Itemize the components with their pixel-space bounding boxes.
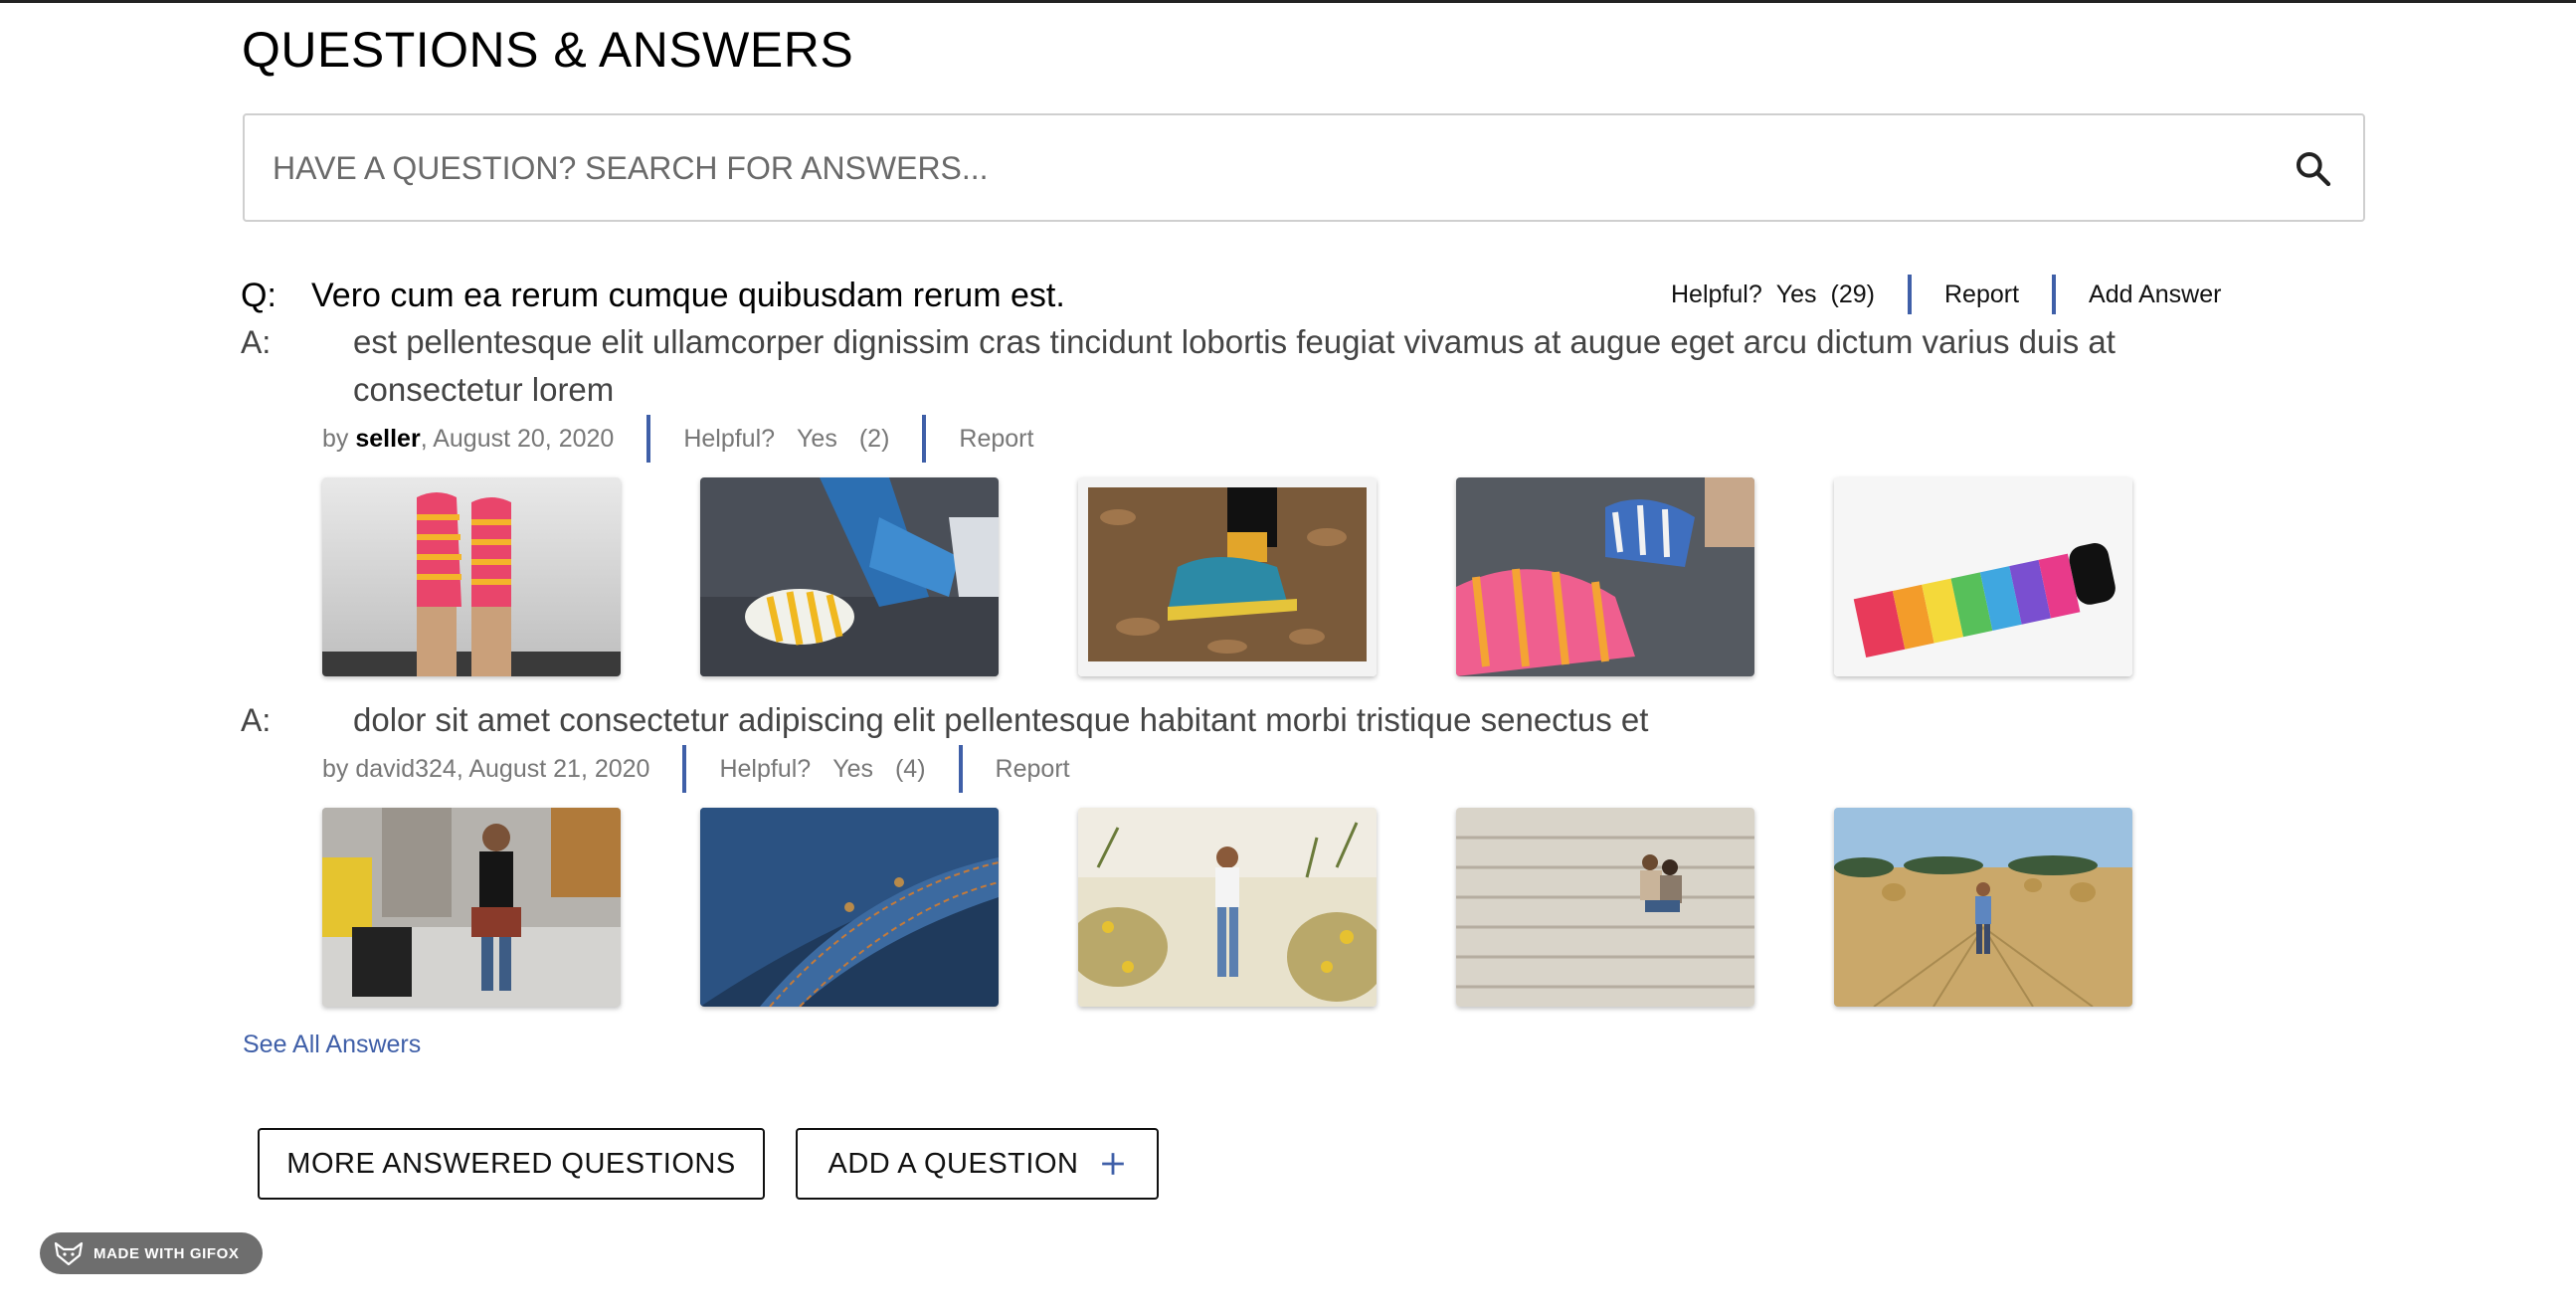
answer-date: , August 20, 2020 — [420, 424, 615, 453]
search-input[interactable] — [271, 115, 2264, 222]
divider — [958, 745, 963, 793]
divider — [646, 415, 651, 463]
divider — [1908, 275, 1912, 314]
answer-report-link[interactable]: Report — [959, 425, 1033, 454]
answer-meta: by david324, August 21, 2020 Helpful? Ye… — [322, 744, 1070, 794]
see-all-answers-link[interactable]: See All Answers — [243, 1031, 421, 1059]
question-text: Vero cum ea rerum cumque quibusdam rerum… — [311, 277, 1065, 314]
answer-helpful-count: (4) — [894, 754, 926, 783]
add-question-button[interactable]: ADD A QUESTION — [796, 1128, 1159, 1200]
search-icon[interactable] — [2294, 149, 2333, 189]
sneakers-leaves-photo[interactable] — [1078, 477, 1377, 676]
add-answer-link[interactable]: Add Answer — [2089, 281, 2221, 309]
yellow-white-socks-couch-photo[interactable] — [700, 477, 999, 676]
page-title: QUESTIONS & ANSWERS — [242, 22, 854, 78]
divider — [922, 415, 927, 463]
answer-report-link[interactable]: Report — [996, 755, 1070, 784]
top-border — [0, 0, 2576, 3]
answer-prefix: A: — [241, 702, 272, 738]
rainbow-striped-socks-photo[interactable] — [1834, 477, 2132, 676]
answer-meta: by seller, August 20, 2020 Helpful? Yes … — [322, 414, 1033, 464]
search-bar — [243, 113, 2365, 222]
question-report-link[interactable]: Report — [1944, 281, 2019, 309]
answer-prefix: A: — [241, 324, 272, 360]
fox-logo-icon — [54, 1241, 84, 1265]
question-helpful-yes-link[interactable]: Yes — [1776, 281, 1817, 309]
answer-photos — [322, 477, 2212, 678]
question-actions: Helpful? Yes (29) Report Add Answer — [1671, 269, 2221, 320]
more-answered-questions-button[interactable]: MORE ANSWERED QUESTIONS — [258, 1128, 765, 1200]
answer-by-label: by — [322, 754, 349, 783]
add-question-label: ADD A QUESTION — [828, 1147, 1079, 1180]
answer-helpful-label: Helpful? — [719, 754, 812, 783]
answer-helpful-label: Helpful? — [683, 424, 776, 453]
gifox-badge: MADE WITH GIFOX — [40, 1232, 263, 1274]
answer-author: david324 — [355, 754, 457, 783]
question-helpful-label: Helpful? — [1671, 280, 1762, 308]
answer-date: , August 21, 2020 — [456, 754, 650, 783]
divider — [2052, 275, 2057, 314]
divider — [682, 745, 687, 793]
question-helpful-count: (29) — [1830, 280, 1875, 308]
woman-desert-walk-photo[interactable] — [1078, 808, 1377, 1007]
question-prefix: Q: — [241, 277, 276, 314]
denim-jeans-closeup-photo[interactable] — [700, 808, 999, 1007]
qa-list[interactable]: Q: Vero cum ea rerum cumque quibusdam re… — [239, 269, 2367, 1064]
man-hay-field-photo[interactable] — [1834, 808, 2132, 1007]
colorful-knit-socks-photo[interactable] — [1456, 477, 1754, 676]
answer-body: dolor sit amet consectetur adipiscing el… — [353, 701, 1649, 738]
answer-helpful-count: (2) — [858, 424, 890, 453]
more-answered-questions-label: MORE ANSWERED QUESTIONS — [286, 1147, 736, 1180]
striped-socks-legs-photo[interactable] — [322, 477, 621, 676]
answer-helpful-yes-link[interactable]: Yes — [797, 425, 837, 454]
answer-by-label: by — [322, 424, 349, 453]
answer-body: est pellentesque elit ullamcorper dignis… — [353, 323, 2116, 408]
answer-helpful-yes-link[interactable]: Yes — [832, 755, 873, 784]
answer-author: seller — [355, 424, 421, 453]
gifox-badge-label: MADE WITH GIFOX — [93, 1244, 240, 1262]
answer-photos — [322, 808, 2212, 1009]
plus-icon — [1102, 1153, 1125, 1175]
couple-stone-steps-photo[interactable] — [1456, 808, 1754, 1007]
man-street-sunglasses-photo[interactable] — [322, 808, 621, 1007]
